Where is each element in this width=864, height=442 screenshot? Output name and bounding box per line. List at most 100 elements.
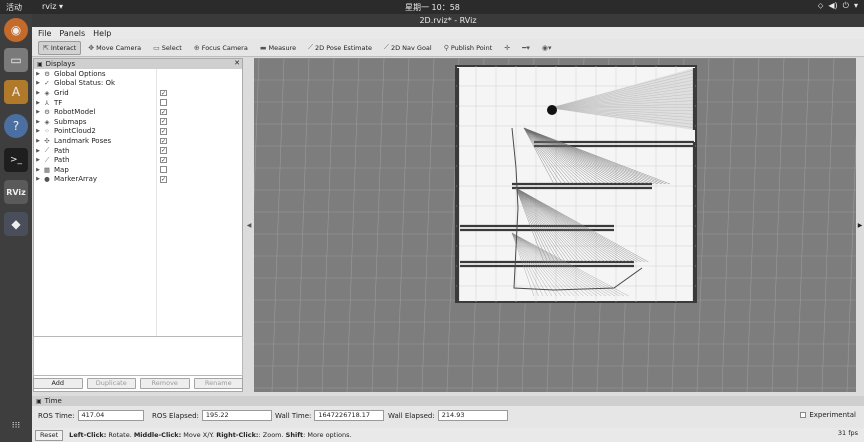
map-render (254, 58, 856, 392)
add-tool-button[interactable]: ✛ (499, 41, 515, 55)
ros-time-value[interactable]: 417.04 (77, 410, 144, 421)
display-item[interactable]: ▶ ◈ Submaps ✓ (34, 117, 242, 127)
focus-camera-tool[interactable]: ⊕ Focus Camera (189, 41, 253, 55)
display-enabled-checkbox[interactable]: ✓ (160, 89, 167, 97)
move-camera-tool[interactable]: ✥ Move Camera (83, 41, 146, 55)
pose-estimate-tool[interactable]: ⟋ 2D Pose Estimate (303, 41, 377, 55)
display-item-label: Map (54, 165, 69, 174)
expand-arrow-icon[interactable]: ▶ (34, 109, 42, 115)
display-item[interactable]: ▶ ⟋ Path ✓ (34, 146, 242, 156)
interact-tool[interactable]: ⇱ Interact (38, 40, 82, 55)
expand-arrow-icon[interactable]: ▶ (34, 119, 42, 125)
duplicate-button[interactable]: Duplicate (86, 378, 136, 389)
firefox-icon[interactable]: ◉ (4, 18, 28, 42)
display-enabled-checkbox[interactable] (160, 166, 167, 173)
display-item-label: Submaps (54, 117, 87, 126)
display-enabled-checkbox[interactable]: ✓ (160, 137, 167, 145)
menu-panels[interactable]: Panels (59, 29, 85, 38)
display-item[interactable]: ▶ ⅄ TF (34, 98, 242, 108)
expand-arrow-icon[interactable]: ▶ (34, 90, 42, 96)
clock[interactable]: 星期一 10：58 (405, 2, 460, 13)
menu-help[interactable]: Help (93, 29, 111, 38)
display-item[interactable]: ▶ ✓ Global Status: Ok (34, 79, 242, 89)
camera-type-button[interactable]: ◉▾ (537, 41, 557, 55)
display-enabled-checkbox[interactable]: ✓ (160, 128, 167, 135)
add-button[interactable]: Add (33, 378, 83, 389)
wall-elapsed-value[interactable]: 214.93 (437, 410, 508, 421)
package-icon[interactable]: ◆ (4, 212, 28, 236)
display-item[interactable]: ▶ ● MarkerArray ✓ (34, 175, 242, 185)
ros-elapsed-value[interactable]: 195.22 (201, 410, 272, 421)
expand-arrow-icon[interactable]: ▶ (34, 176, 42, 182)
rename-button[interactable]: Rename (193, 378, 243, 389)
activities-button[interactable]: 活动 (6, 2, 22, 13)
display-enabled-checkbox[interactable]: ✓ (160, 176, 167, 183)
displays-buttons: Add Duplicate Remove Rename (33, 378, 243, 390)
menu-icon[interactable]: ▾ (854, 1, 858, 11)
display-item[interactable]: ▶ ⟋ Path ✓ (34, 155, 242, 165)
hint-left-click-desc: Rotate. (106, 431, 134, 439)
right-collapse-handle[interactable]: ▶ (856, 58, 864, 392)
rviz-icon[interactable]: RViz (4, 180, 28, 204)
expand-arrow-icon[interactable]: ▶ (34, 71, 42, 77)
publish-point-tool[interactable]: ⚲ Publish Point (439, 41, 498, 55)
wall-time-field: Wall Time: 1647226718.17 (275, 410, 385, 421)
displays-panel-icon: ▣ (37, 60, 43, 68)
remove-tool-button[interactable]: ━▾ (517, 41, 535, 55)
app-grid-icon[interactable]: ⁝⁝⁝ (4, 414, 28, 438)
terminal-icon[interactable]: >_ (4, 148, 28, 172)
display-item[interactable]: ▶ ◈ Grid ✓ (34, 88, 242, 98)
software-icon[interactable]: A (4, 80, 28, 104)
system-top-bar: 活动 rviz ▾ 星期一 10：58 ⬦ ◀) ⏻ ▾ (0, 0, 864, 14)
display-item[interactable]: ▶ ⚙ RobotModel ✓ (34, 107, 242, 117)
volume-icon[interactable]: ◀) (828, 1, 837, 11)
display-enabled-checkbox[interactable]: ✓ (160, 147, 167, 154)
expand-arrow-icon[interactable]: ▶ (34, 157, 42, 163)
display-enabled-checkbox[interactable]: ✓ (160, 108, 167, 116)
display-enabled-checkbox[interactable]: ✓ (160, 118, 167, 125)
experimental-toggle[interactable]: Experimental (799, 411, 856, 419)
expand-arrow-icon[interactable]: ▶ (34, 100, 42, 106)
network-icon[interactable]: ⬦ (818, 1, 824, 11)
time-title: Time (44, 397, 62, 405)
menu-file[interactable]: File (38, 29, 51, 38)
power-icon[interactable]: ⏻ (843, 1, 849, 11)
display-item-label: PointCloud2 (54, 127, 96, 136)
display-enabled-checkbox[interactable] (160, 99, 167, 106)
app-menu[interactable]: rviz ▾ (42, 2, 63, 11)
expand-arrow-icon[interactable]: ▶ (34, 167, 42, 173)
displays-title-bar: ▣ Displays ✕ (34, 59, 242, 69)
expand-arrow-icon[interactable]: ▶ (34, 138, 42, 144)
expand-arrow-icon[interactable]: ▶ (34, 128, 42, 134)
nav-goal-tool[interactable]: ⟋ 2D Nav Goal (379, 41, 437, 55)
experimental-checkbox[interactable] (799, 411, 807, 419)
display-item[interactable]: ▶ ⚙ Global Options (34, 69, 242, 79)
left-collapse-handle[interactable]: ◀ (245, 58, 253, 392)
files-icon[interactable]: ▭ (4, 48, 28, 72)
close-icon[interactable]: ✕ (234, 59, 240, 67)
interact-label: Interact (50, 43, 77, 52)
hint-left-click: Left-Click: (69, 431, 107, 439)
expand-arrow-icon[interactable]: ▶ (34, 80, 42, 86)
system-tray[interactable]: ⬦ ◀) ⏻ ▾ (818, 1, 858, 11)
ros-time-label: ROS Time: (38, 411, 75, 420)
time-panel-icon: ▣ (36, 397, 42, 405)
display-description (33, 336, 243, 376)
measure-tool[interactable]: ▬ Measure (255, 41, 301, 55)
select-tool[interactable]: ▭ Select (148, 41, 187, 55)
wall-time-value[interactable]: 1647226718.17 (314, 410, 385, 421)
3d-view[interactable] (254, 58, 856, 392)
display-item[interactable]: ▶ ✣ Landmark Poses ✓ (34, 136, 242, 146)
expand-arrow-icon[interactable]: ▶ (34, 148, 42, 154)
display-item-label: Landmark Poses (54, 136, 112, 145)
display-enabled-checkbox[interactable]: ✓ (160, 156, 167, 164)
nav-goal-label: 2D Nav Goal (390, 43, 432, 52)
grid-icon: ◈ (44, 88, 50, 97)
reset-button[interactable]: Reset (35, 429, 64, 441)
help-icon[interactable]: ? (4, 114, 28, 138)
remove-button[interactable]: Remove (140, 378, 190, 389)
display-item[interactable]: ▶ ▦ Map (34, 165, 242, 175)
wall-elapsed-field: Wall Elapsed: 214.93 (388, 410, 508, 421)
display-item[interactable]: ▶ ⁘ PointCloud2 ✓ (34, 127, 242, 137)
display-item-label: TF (54, 98, 63, 107)
